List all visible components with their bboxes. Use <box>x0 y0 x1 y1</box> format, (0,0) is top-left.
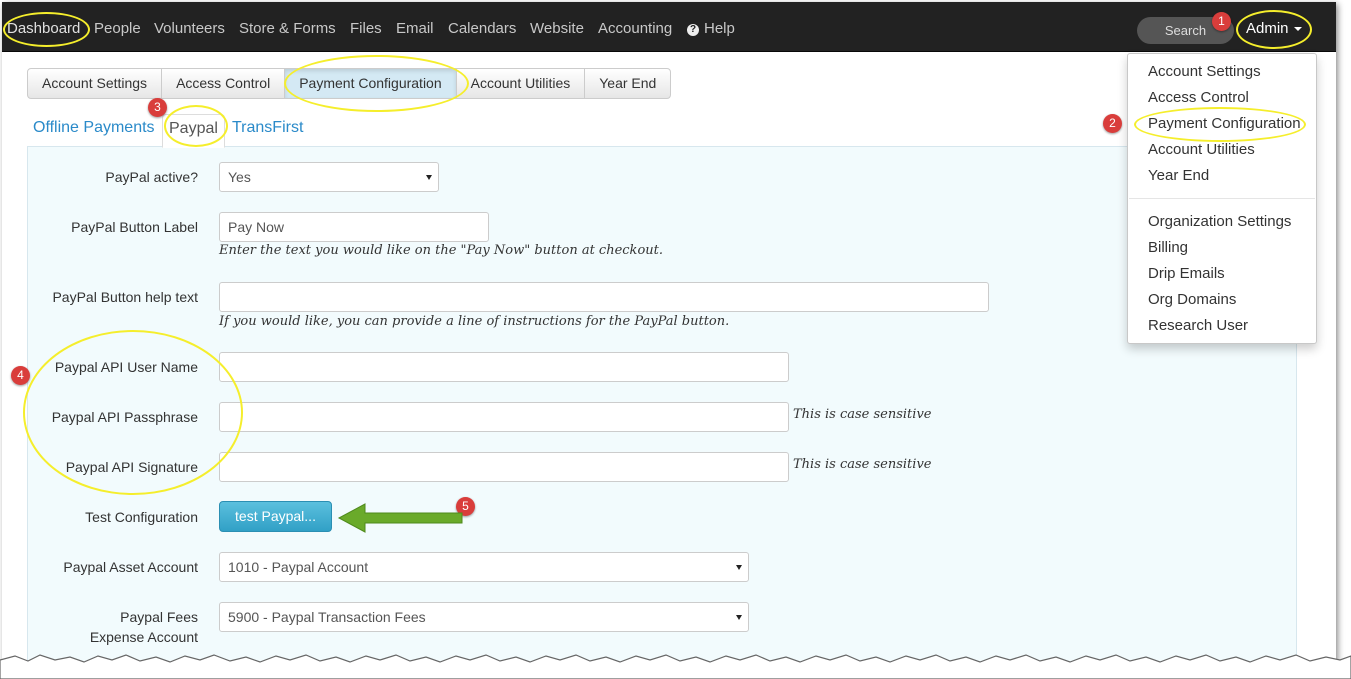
help-text-label: PayPal Button help text <box>52 289 198 305</box>
menu-organization-settings[interactable]: Organization Settings <box>1148 212 1291 232</box>
tab-account-utilities[interactable]: Account Utilities <box>455 68 586 99</box>
menu-account-utilities[interactable]: Account Utilities <box>1148 140 1255 160</box>
menu-year-end[interactable]: Year End <box>1148 166 1209 186</box>
test-config-label: Test Configuration <box>85 509 198 525</box>
select-arrow-icon <box>736 615 742 620</box>
admin-label: Admin <box>1246 20 1289 37</box>
select-arrow-icon <box>736 565 742 570</box>
api-pass-input[interactable] <box>219 402 789 432</box>
fees-label-line1: Paypal Fees <box>120 609 198 625</box>
nav-help[interactable]: ? Help <box>687 2 735 52</box>
nav-dashboard[interactable]: Dashboard <box>7 2 80 52</box>
torn-edge-decoration <box>0 654 1351 679</box>
step-badge-3: 3 <box>148 98 167 117</box>
menu-access-control[interactable]: Access Control <box>1148 88 1249 108</box>
paypal-active-value: Yes <box>228 169 251 185</box>
menu-payment-configuration[interactable]: Payment Configuration <box>1148 114 1301 134</box>
button-label-label: PayPal Button Label <box>71 219 198 235</box>
subtab-paypal[interactable]: Paypal <box>162 114 225 148</box>
api-pass-label: Paypal API Passphrase <box>51 409 198 425</box>
api-pass-hint: This is case sensitive <box>793 407 932 422</box>
nav-files[interactable]: Files <box>350 2 382 52</box>
subtab-offline-payments[interactable]: Offline Payments <box>33 114 155 147</box>
nav-volunteers[interactable]: Volunteers <box>154 2 225 52</box>
tab-account-settings[interactable]: Account Settings <box>27 68 163 99</box>
button-label-hint: Enter the text you would like on the "Pa… <box>219 243 663 258</box>
help-text-input[interactable] <box>219 282 989 312</box>
nav-email[interactable]: Email <box>396 2 434 52</box>
subtab-transfirst[interactable]: TransFirst <box>232 114 303 147</box>
tab-year-end[interactable]: Year End <box>584 68 672 99</box>
api-user-label: Paypal API User Name <box>54 359 198 375</box>
menu-billing[interactable]: Billing <box>1148 238 1188 258</box>
caret-down-icon <box>1293 27 1302 31</box>
asset-account-value: 1010 - Paypal Account <box>228 559 369 575</box>
nav-accounting[interactable]: Accounting <box>598 2 672 52</box>
api-sig-label: Paypal API Signature <box>65 459 198 475</box>
api-user-input[interactable] <box>219 352 789 382</box>
step-badge-2: 2 <box>1103 114 1122 133</box>
api-sig-input[interactable] <box>219 452 789 482</box>
fees-account-select[interactable]: 5900 - Paypal Transaction Fees <box>219 602 749 632</box>
help-text-hint: If you would like, you can provide a lin… <box>219 314 730 329</box>
paypal-active-select[interactable]: Yes <box>219 162 439 192</box>
menu-account-settings[interactable]: Account Settings <box>1148 62 1261 82</box>
tab-payment-configuration[interactable]: Payment Configuration <box>284 68 457 99</box>
menu-research-user[interactable]: Research User <box>1148 316 1248 336</box>
test-paypal-button[interactable]: test Paypal... <box>219 501 332 532</box>
nav-website[interactable]: Website <box>530 2 584 52</box>
fees-account-value: 5900 - Paypal Transaction Fees <box>228 609 426 625</box>
menu-drip-emails[interactable]: Drip Emails <box>1148 264 1225 284</box>
select-arrow-icon <box>426 175 432 180</box>
app-window: Dashboard People Volunteers Store & Form… <box>2 2 1336 662</box>
menu-org-domains[interactable]: Org Domains <box>1148 290 1236 310</box>
step-badge-1: 1 <box>1212 12 1231 31</box>
nav-calendars[interactable]: Calendars <box>448 2 516 52</box>
nav-store-forms[interactable]: Store & Forms <box>239 2 336 52</box>
asset-account-label: Paypal Asset Account <box>63 559 198 575</box>
nav-people[interactable]: People <box>94 2 141 52</box>
nav-help-label: Help <box>704 20 735 37</box>
settings-tab-group: Account Settings Access Control Payment … <box>27 68 672 99</box>
tab-access-control[interactable]: Access Control <box>161 68 286 99</box>
admin-menu-toggle[interactable]: Admin <box>1246 2 1302 52</box>
admin-dropdown-menu: Account Settings Access Control Payment … <box>1127 53 1317 344</box>
api-sig-hint: This is case sensitive <box>793 457 932 472</box>
asset-account-select[interactable]: 1010 - Paypal Account <box>219 552 749 582</box>
paypal-active-label: PayPal active? <box>105 169 198 185</box>
step-badge-4: 4 <box>11 366 30 385</box>
button-label-input[interactable] <box>219 212 489 242</box>
fees-label-line2: Expense Account <box>89 629 198 645</box>
top-navbar: Dashboard People Volunteers Store & Form… <box>2 2 1336 52</box>
question-circle-icon: ? <box>687 24 699 36</box>
menu-divider <box>1129 198 1315 199</box>
green-arrow-icon <box>337 503 463 533</box>
